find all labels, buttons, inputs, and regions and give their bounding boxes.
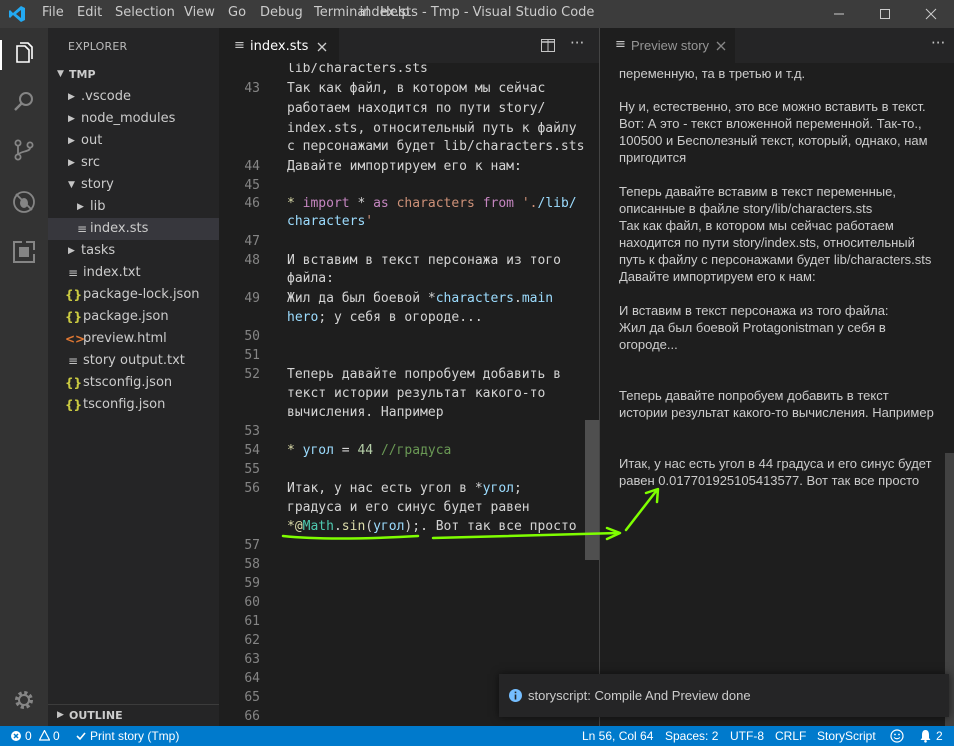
cursor-position[interactable]: Ln 56, Col 64 bbox=[582, 729, 653, 743]
language-mode[interactable]: StoryScript bbox=[817, 729, 876, 743]
error-count[interactable]: 0 bbox=[25, 729, 32, 743]
warning-count[interactable]: 0 bbox=[53, 729, 60, 743]
annotation-underline bbox=[281, 534, 420, 540]
encoding[interactable]: UTF-8 bbox=[730, 729, 764, 743]
notification-count[interactable]: 2 bbox=[936, 729, 943, 743]
bell-icon[interactable] bbox=[919, 729, 932, 743]
warning-icon[interactable] bbox=[39, 730, 50, 741]
info-icon bbox=[509, 689, 522, 702]
annotation-arrow-line bbox=[431, 531, 620, 540]
task-running-icon bbox=[76, 732, 86, 741]
feedback-smiley-icon[interactable] bbox=[890, 729, 904, 743]
error-icon[interactable] bbox=[11, 731, 21, 741]
notification-toast[interactable]: storyscript: Compile And Preview done bbox=[499, 674, 949, 717]
status-bar: 0 0 Print story (Tmp) Ln 56, Col 64 Spac… bbox=[0, 726, 954, 746]
notification-text: storyscript: Compile And Preview done bbox=[528, 688, 751, 703]
task-status[interactable]: Print story (Tmp) bbox=[90, 729, 179, 743]
indentation[interactable]: Spaces: 2 bbox=[665, 729, 718, 743]
annotation-overlay bbox=[281, 487, 660, 541]
line-ending[interactable]: CRLF bbox=[775, 729, 806, 743]
annotation-arrow-line bbox=[624, 488, 659, 532]
